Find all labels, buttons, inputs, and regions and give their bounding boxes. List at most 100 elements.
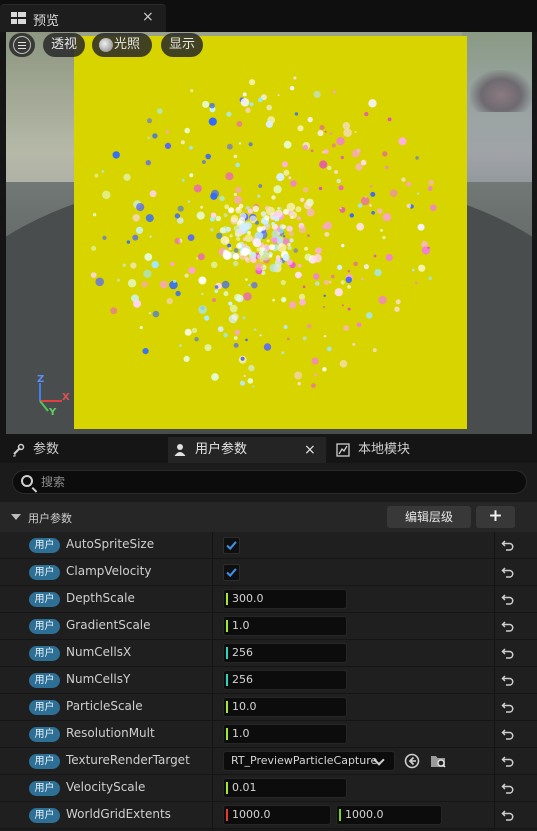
particle <box>247 230 251 235</box>
reset-to-default-icon[interactable] <box>501 538 515 552</box>
tab-user-parameters[interactable]: 用户参数 × <box>168 437 326 463</box>
particle <box>210 212 217 218</box>
particle <box>94 173 99 178</box>
number-value: 1.0 <box>232 619 250 632</box>
reset-to-default-icon[interactable] <box>501 808 515 822</box>
reset-to-default-icon[interactable] <box>501 700 515 714</box>
number-field[interactable]: 1.0 <box>223 616 347 636</box>
search-box[interactable] <box>12 470 527 494</box>
particle <box>149 235 152 238</box>
particle <box>313 90 321 98</box>
particle <box>194 337 199 342</box>
vector-x-field[interactable]: 1000.0 <box>223 805 331 825</box>
close-icon[interactable]: × <box>304 437 316 463</box>
particle <box>293 248 298 253</box>
particle <box>318 186 323 191</box>
lighting-button[interactable]: 光照 <box>92 33 152 57</box>
number-field[interactable]: 256 <box>223 670 347 690</box>
column-divider[interactable] <box>212 532 213 558</box>
vector-y-field[interactable]: 1000.0 <box>336 805 442 825</box>
checkbox[interactable] <box>223 537 240 554</box>
particle <box>234 329 241 336</box>
collapse-arrow-icon[interactable] <box>11 514 21 520</box>
viewport-menu-button[interactable] <box>9 33 35 57</box>
particle <box>371 211 375 215</box>
particle <box>174 237 181 245</box>
particle <box>430 204 437 211</box>
column-divider[interactable] <box>212 748 213 774</box>
particle <box>228 301 233 306</box>
column-divider[interactable] <box>212 667 213 693</box>
browse-back-icon[interactable] <box>404 753 420 769</box>
number-field[interactable]: 256 <box>223 643 347 663</box>
particle <box>297 382 301 386</box>
edit-hierarchy-button[interactable]: 编辑层级 <box>387 506 471 528</box>
reset-to-default-icon[interactable] <box>501 781 515 795</box>
column-divider[interactable] <box>212 559 213 585</box>
number-value: 10.0 <box>232 700 257 713</box>
particle <box>222 251 232 260</box>
particle <box>302 187 309 193</box>
reset-to-default-icon[interactable] <box>501 592 515 606</box>
particle <box>295 271 302 279</box>
axis-y-label: Y <box>49 407 57 418</box>
particle <box>212 298 216 302</box>
parameter-name: ResolutionMult <box>66 726 155 740</box>
particle <box>356 148 361 153</box>
tab-local-modules[interactable]: 本地模块 <box>326 437 537 463</box>
reset-to-default-icon[interactable] <box>501 673 515 687</box>
particle <box>274 216 280 222</box>
column-divider[interactable] <box>212 613 213 639</box>
particle <box>356 222 365 231</box>
particle <box>416 192 420 195</box>
tab-local-modules-label: 本地模块 <box>358 442 411 457</box>
user-parameters-section-header[interactable]: 用户参数 编辑层级 + <box>0 502 537 532</box>
particle <box>196 211 205 220</box>
reset-to-default-icon[interactable] <box>501 619 515 633</box>
tab-preview[interactable]: 预览 × <box>0 4 166 32</box>
particle <box>246 249 252 255</box>
particle <box>209 102 215 109</box>
particle <box>310 149 314 153</box>
parameter-name-cell: 用户 GradientScale <box>0 613 212 639</box>
particle <box>428 186 433 191</box>
particle <box>228 246 232 251</box>
browse-folder-icon[interactable] <box>430 753 446 769</box>
particle <box>230 214 239 223</box>
search-input[interactable] <box>41 473 501 491</box>
number-field[interactable]: 10.0 <box>223 697 347 717</box>
particle <box>289 238 294 243</box>
asset-dropdown[interactable]: RT_PreviewParticleCapture <box>223 751 395 771</box>
reset-to-default-icon[interactable] <box>501 754 515 768</box>
particle <box>112 151 120 159</box>
particle <box>259 334 262 337</box>
column-divider[interactable] <box>212 802 213 828</box>
reset-to-default-icon[interactable] <box>501 646 515 660</box>
grid-icon <box>11 12 26 24</box>
particle <box>329 132 333 136</box>
tab-parameters[interactable]: 参数 <box>0 437 168 463</box>
number-field[interactable]: 0.01 <box>223 778 347 798</box>
show-button[interactable]: 显示 <box>161 33 203 57</box>
vector-x-value: 1000.0 <box>232 808 271 821</box>
column-divider[interactable] <box>212 694 213 720</box>
add-parameter-button[interactable]: + <box>476 506 515 528</box>
perspective-button[interactable]: 透视 <box>43 33 85 57</box>
particle <box>374 268 382 277</box>
column-divider[interactable] <box>212 586 213 612</box>
particle <box>334 170 339 174</box>
parameter-row: 用户 GradientScale 1.0 <box>0 613 537 640</box>
particle <box>327 165 332 171</box>
reset-to-default-icon[interactable] <box>501 565 515 579</box>
column-divider <box>494 802 495 828</box>
number-field[interactable]: 300.0 <box>223 589 347 609</box>
preview-viewport[interactable]: 透视 光照 显示 Z X Y <box>6 32 532 434</box>
particle <box>223 213 228 218</box>
column-divider[interactable] <box>212 640 213 666</box>
checkbox[interactable] <box>223 564 240 581</box>
column-divider[interactable] <box>212 721 213 747</box>
column-divider[interactable] <box>212 775 213 801</box>
close-icon[interactable]: × <box>142 9 154 25</box>
reset-to-default-icon[interactable] <box>501 727 515 741</box>
number-field[interactable]: 1.0 <box>223 724 347 744</box>
